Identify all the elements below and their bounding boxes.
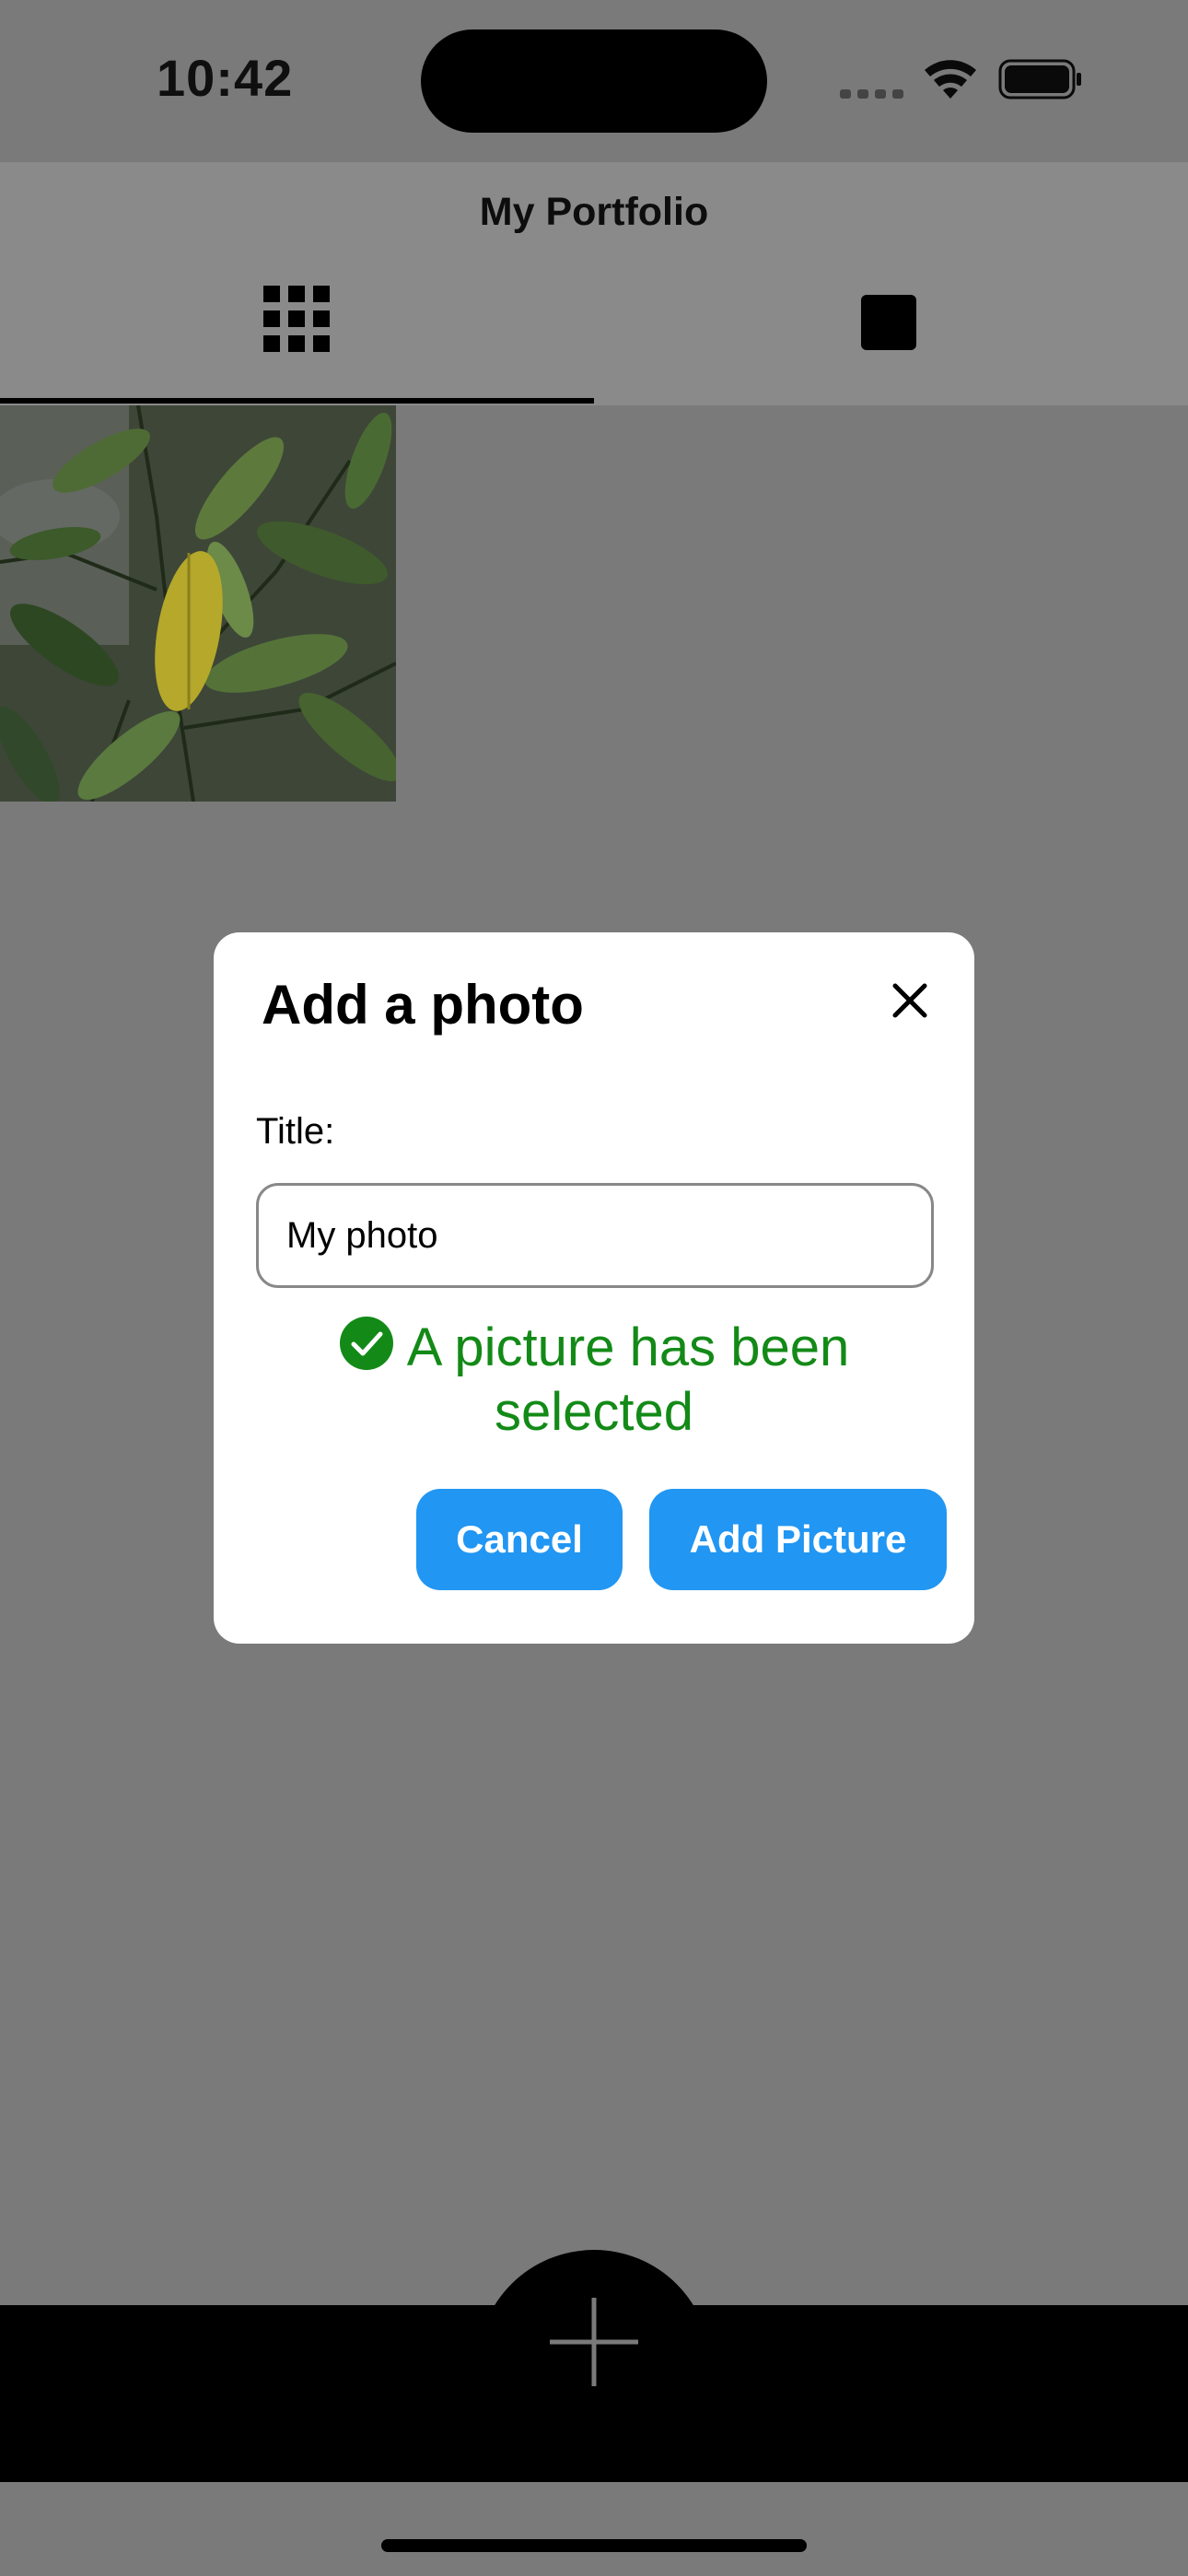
tab-single-view[interactable]	[594, 254, 1188, 405]
cancel-button[interactable]: Cancel	[416, 1489, 623, 1590]
photo-thumbnail[interactable]	[0, 405, 396, 802]
leaves-photo	[0, 405, 396, 802]
wifi-icon	[925, 60, 976, 99]
home-indicator	[381, 2539, 807, 2552]
add-photo-dialog: Add a photo Title: A picture has been se…	[214, 932, 974, 1644]
status-bar: 10:42	[0, 0, 1188, 162]
selection-status: A picture has been selected	[250, 1316, 938, 1445]
clock: 10:42	[157, 49, 294, 107]
title-field-label: Title:	[256, 1111, 335, 1152]
plus-icon	[550, 2298, 638, 2386]
add-button[interactable]	[477, 2250, 711, 2434]
battery-icon	[998, 59, 1081, 100]
grid-icon	[263, 286, 330, 352]
page-title: My Portfolio	[479, 190, 709, 234]
header: My Portfolio	[0, 162, 1188, 405]
square-icon	[861, 295, 916, 350]
signal-icon	[840, 87, 910, 103]
selection-status-text: A picture has been selected	[406, 1317, 850, 1442]
dialog-title: Add a photo	[262, 974, 584, 1036]
dynamic-island	[421, 29, 767, 133]
tab-grid-view[interactable]	[0, 254, 594, 405]
add-picture-button[interactable]: Add Picture	[649, 1489, 947, 1590]
title-input[interactable]	[256, 1183, 934, 1288]
check-circle-icon	[339, 1317, 393, 1370]
close-icon[interactable]	[890, 980, 930, 1021]
tab-selected-indicator	[0, 398, 594, 404]
